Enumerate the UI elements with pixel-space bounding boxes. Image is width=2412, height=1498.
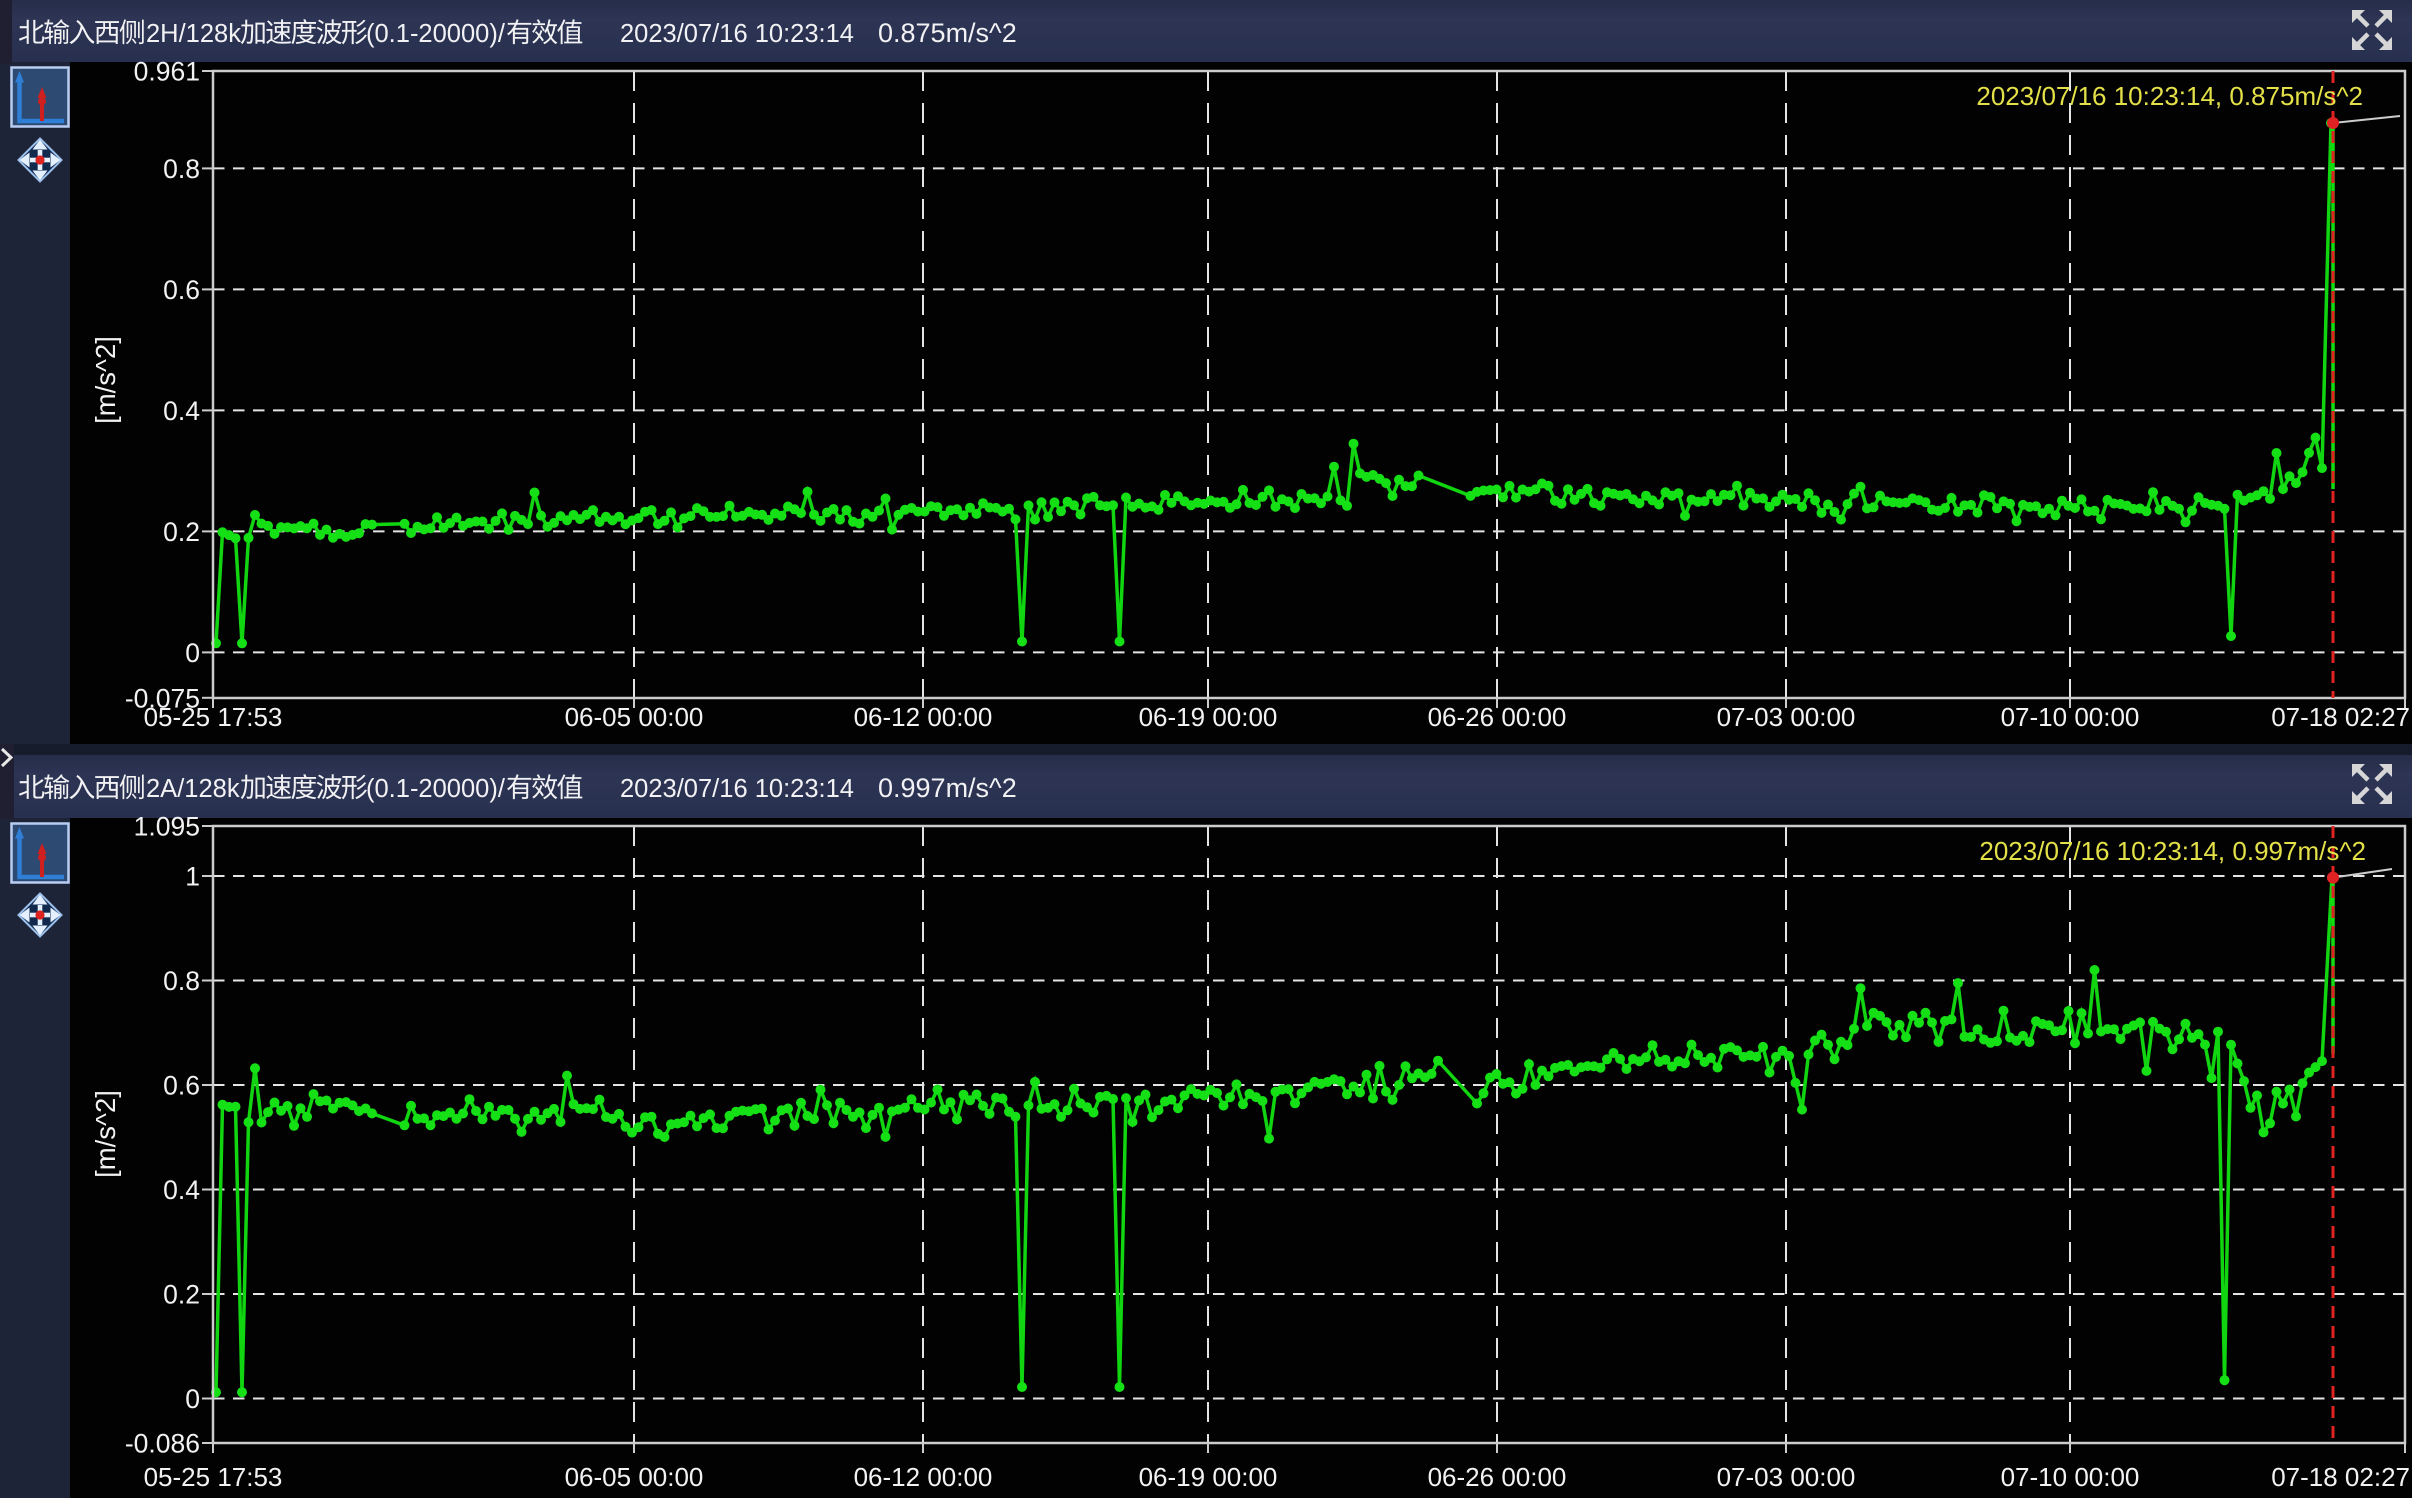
svg-text:0.4: 0.4 <box>163 1175 200 1205</box>
svg-text:07-10 00:00: 07-10 00:00 <box>2001 702 2140 732</box>
svg-text:05-25 17:53: 05-25 17:53 <box>144 702 283 732</box>
svg-text:07-10 00:00: 07-10 00:00 <box>2001 1462 2140 1492</box>
svg-text:0.2: 0.2 <box>163 517 200 547</box>
svg-text:2023/07/16 10:23:14: 2023/07/16 10:23:14 <box>620 20 854 48</box>
svg-text:07-03 00:00: 07-03 00:00 <box>1717 1462 1856 1492</box>
svg-text:0: 0 <box>185 1384 200 1414</box>
svg-text:07-18 02:27: 07-18 02:27 <box>2271 702 2410 732</box>
svg-text:(0.1-20000)/: (0.1-20000)/ <box>366 20 506 48</box>
svg-text:0.6: 0.6 <box>163 1071 200 1101</box>
svg-text:06-12 00:00: 06-12 00:00 <box>854 1462 993 1492</box>
svg-text:06-05 00:00: 06-05 00:00 <box>565 1462 704 1492</box>
svg-text:-0.086: -0.086 <box>125 1429 200 1459</box>
svg-text:1.095: 1.095 <box>134 812 200 842</box>
svg-text:2023/07/16 10:23:14, 0.875m/s^: 2023/07/16 10:23:14, 0.875m/s^2 <box>1976 81 2363 111</box>
svg-text:0.4: 0.4 <box>163 396 200 426</box>
svg-text:(0.1-20000)/: (0.1-20000)/ <box>366 775 506 803</box>
svg-text:06-12 00:00: 06-12 00:00 <box>854 702 993 732</box>
svg-text:2023/07/16 10:23:14: 2023/07/16 10:23:14 <box>620 775 854 803</box>
svg-text:06-26 00:00: 06-26 00:00 <box>1428 1462 1567 1492</box>
svg-text:0: 0 <box>185 638 200 668</box>
svg-text:06-26 00:00: 06-26 00:00 <box>1428 702 1567 732</box>
svg-text:2A/128k: 2A/128k <box>146 775 240 803</box>
svg-text:[m/s^2]: [m/s^2] <box>90 336 121 424</box>
svg-text:06-05 00:00: 06-05 00:00 <box>565 702 704 732</box>
svg-text:06-19 00:00: 06-19 00:00 <box>1139 1462 1278 1492</box>
svg-text:05-25 17:53: 05-25 17:53 <box>144 1462 283 1492</box>
svg-text:0.961: 0.961 <box>134 57 200 87</box>
svg-text:0.8: 0.8 <box>163 966 200 996</box>
svg-text:06-19 00:00: 06-19 00:00 <box>1139 702 1278 732</box>
svg-text:2023/07/16 10:23:14, 0.997m/s^: 2023/07/16 10:23:14, 0.997m/s^2 <box>1979 836 2366 866</box>
svg-text:07-03 00:00: 07-03 00:00 <box>1717 702 1856 732</box>
svg-text:[m/s^2]: [m/s^2] <box>90 1090 121 1178</box>
svg-text:1: 1 <box>185 862 200 892</box>
svg-text:0.6: 0.6 <box>163 275 200 305</box>
svg-text:0.997m/s^2: 0.997m/s^2 <box>878 773 1017 803</box>
svg-text:0.875m/s^2: 0.875m/s^2 <box>878 18 1017 48</box>
svg-text:0.8: 0.8 <box>163 154 200 184</box>
svg-text:2H/128k: 2H/128k <box>146 20 241 48</box>
svg-text:07-18 02:27: 07-18 02:27 <box>2271 1462 2410 1492</box>
svg-text:0.2: 0.2 <box>163 1280 200 1310</box>
